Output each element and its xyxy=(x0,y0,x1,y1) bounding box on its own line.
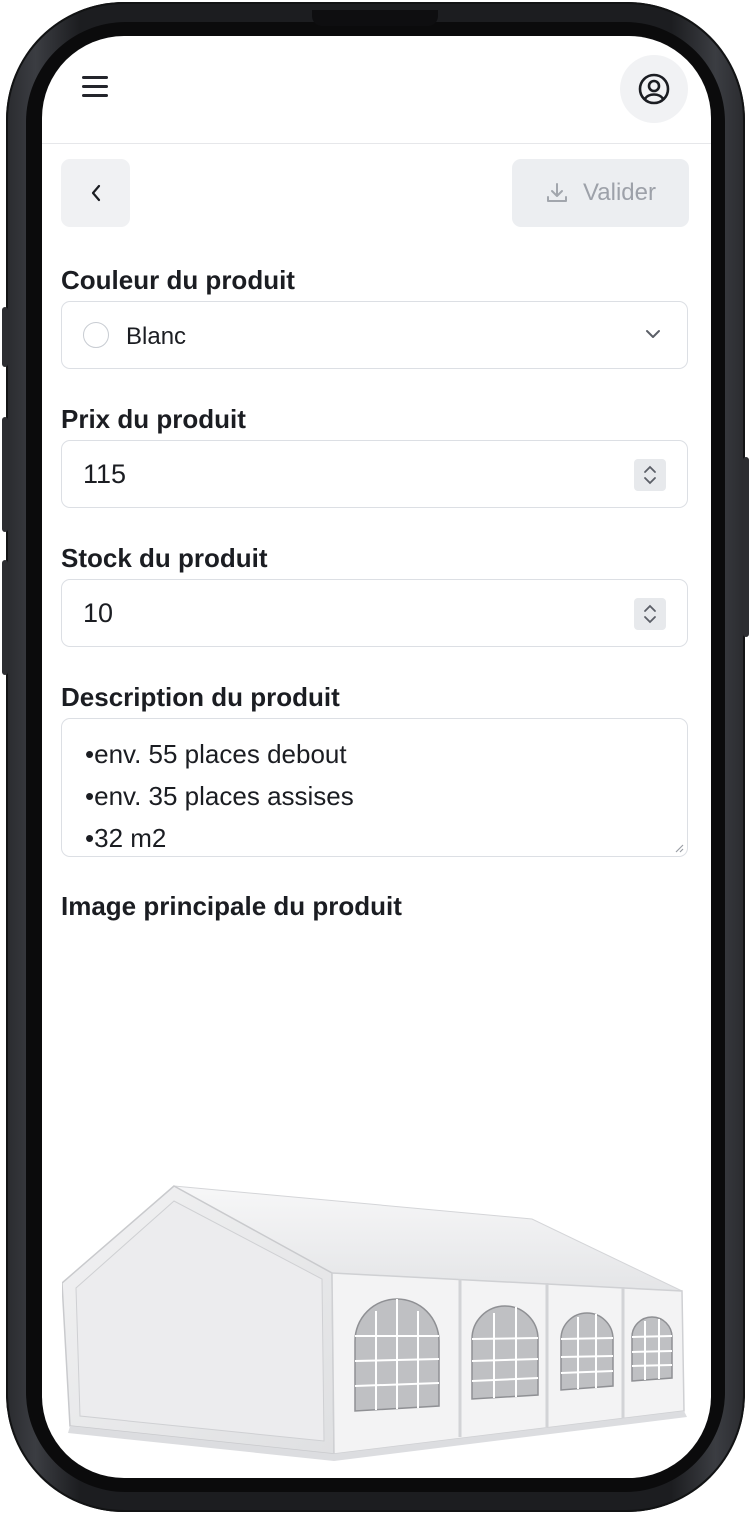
product-tent-image xyxy=(62,1185,687,1461)
price-label: Prix du produit xyxy=(61,404,246,434)
image-label: Image principale du produit xyxy=(61,891,402,921)
color-swatch xyxy=(83,322,109,348)
download-icon xyxy=(547,183,568,202)
chevron-down-icon xyxy=(646,330,660,338)
stock-stepper[interactable] xyxy=(634,598,666,630)
volume-down-button xyxy=(2,560,8,675)
top-navbar xyxy=(42,36,711,144)
stepper-arrows-icon xyxy=(644,465,656,485)
back-button[interactable] xyxy=(61,159,130,227)
description-line: •env. 55 places debout xyxy=(85,739,347,769)
price-value: 115 xyxy=(83,459,127,489)
hamburger-icon[interactable] xyxy=(82,76,110,98)
stepper-arrows-icon xyxy=(644,604,656,624)
volume-up-button xyxy=(2,417,8,532)
profile-button[interactable] xyxy=(620,55,688,123)
price-input[interactable]: 115 xyxy=(61,440,688,508)
chevron-left-icon xyxy=(91,184,100,202)
resize-handle-icon[interactable] xyxy=(674,843,684,853)
stock-label: Stock du produit xyxy=(61,543,268,573)
stock-input[interactable]: 10 xyxy=(61,579,688,647)
stock-value: 10 xyxy=(83,598,114,628)
description-line: •env. 35 places assises xyxy=(85,781,354,811)
price-stepper[interactable] xyxy=(634,459,666,491)
mute-switch xyxy=(2,307,8,367)
user-circle-icon xyxy=(638,73,670,105)
speaker-notch xyxy=(312,10,438,26)
color-select[interactable]: Blanc xyxy=(61,301,688,369)
validate-button[interactable]: Valider xyxy=(512,159,689,227)
color-label: Couleur du produit xyxy=(61,265,295,295)
app-screen: Valider Couleur du produit Blanc Prix du… xyxy=(42,36,711,1478)
description-label: Description du produit xyxy=(61,682,340,712)
description-line: •32 m2 xyxy=(85,823,167,853)
description-textarea[interactable]: •env. 55 places debout •env. 35 places a… xyxy=(61,718,688,857)
power-button xyxy=(743,457,749,637)
validate-label: Valider xyxy=(583,179,656,206)
color-value: Blanc xyxy=(126,323,187,350)
